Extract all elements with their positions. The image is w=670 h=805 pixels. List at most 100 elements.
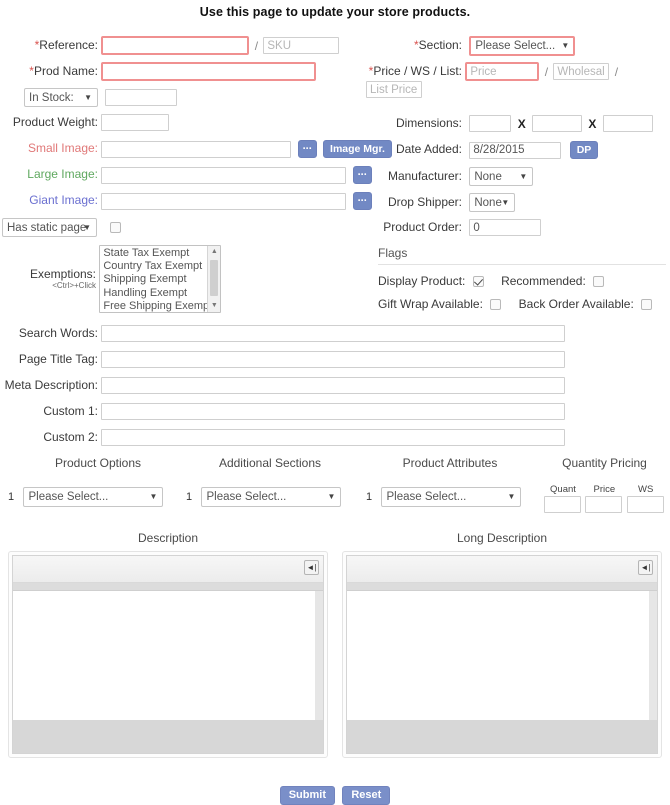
list-item[interactable]: Handling Exempt [103, 287, 220, 300]
list-item[interactable]: State Tax Exempt [103, 247, 220, 260]
section-select-wrap[interactable]: Please Select... ▼ [469, 36, 576, 56]
long-description-editor-toolbar[interactable]: ◄| [347, 556, 657, 583]
custom1-input[interactable] [101, 403, 566, 420]
stock-quantity-input[interactable] [105, 89, 178, 106]
price-input[interactable] [465, 62, 540, 81]
page-title-tag-input[interactable] [101, 351, 566, 368]
list-item[interactable]: Country Tax Exempt [103, 260, 220, 273]
product-weight-input[interactable] [101, 114, 170, 131]
small-image-browse-button[interactable]: ... [297, 140, 317, 158]
search-words-input[interactable] [101, 325, 566, 342]
scrollbar-thumb[interactable] [210, 260, 219, 296]
page-title: Use this page to update your store produ… [199, 5, 471, 19]
exemptions-list: State Tax Exempt Country Tax Exempt Ship… [100, 246, 220, 312]
display-product-checkbox[interactable] [472, 276, 484, 288]
prod-name-input[interactable] [101, 62, 317, 81]
stock-select[interactable]: In Stock: [24, 88, 98, 107]
source-toggle-icon[interactable]: ◄| [304, 560, 319, 575]
exemptions-hint: <Ctrl>+Click [52, 281, 96, 290]
static-page-row: Has static page ▼ [2, 218, 122, 237]
scroll-up-icon[interactable]: ▲ [208, 246, 220, 258]
reference-separator: / [254, 38, 259, 53]
dimensions-separator-1: X [517, 116, 526, 131]
wholesale-input[interactable] [553, 63, 610, 80]
additional-sections-select-wrap[interactable]: Please Select... ▼ [201, 487, 342, 507]
custom1-row: Custom 1: [0, 403, 566, 420]
dimension-input-3[interactable] [602, 115, 653, 132]
price-separator-1: / [544, 64, 549, 79]
product-options-select-wrap[interactable]: Please Select... ▼ [23, 487, 164, 507]
submit-button[interactable]: Submit [279, 786, 335, 805]
drop-shipper-select-wrap[interactable]: None ▼ [469, 193, 516, 212]
date-added-input[interactable] [469, 141, 562, 159]
long-description-editor-scrollbar[interactable] [649, 591, 657, 720]
exemptions-listbox[interactable]: State Tax Exempt Country Tax Exempt Ship… [99, 245, 222, 313]
long-description-editor-body[interactable] [347, 590, 657, 720]
list-item[interactable]: Free Shipping Exempt [103, 300, 220, 312]
description-editor-scrollbar[interactable] [315, 591, 323, 720]
long-description-heading-wrap: Long Description [342, 531, 662, 545]
large-image-input[interactable] [101, 166, 347, 184]
ws-column-header: WS [638, 484, 654, 495]
custom2-input[interactable] [101, 429, 566, 446]
quant-input[interactable] [544, 496, 581, 513]
description-editor-toolbar[interactable]: ◄| [13, 556, 323, 583]
long-description-editor[interactable]: ◄| [342, 551, 662, 758]
scroll-down-icon[interactable]: ▼ [208, 300, 220, 312]
giant-image-input[interactable] [101, 192, 347, 210]
dimension-input-2[interactable] [532, 115, 583, 132]
static-page-select-wrap[interactable]: Has static page ▼ [2, 218, 97, 237]
source-toggle-icon[interactable]: ◄| [638, 560, 653, 575]
drop-shipper-select[interactable]: None [469, 193, 516, 212]
product-attributes-row: 1 Please Select... ▼ [366, 487, 522, 507]
back-order-label: Back Order Available: [518, 297, 634, 311]
exemptions-row: Exemptions: <Ctrl>+Click State Tax Exemp… [0, 245, 222, 313]
product-attributes-select-wrap[interactable]: Please Select... ▼ [381, 487, 522, 507]
qp-price-input[interactable] [585, 496, 623, 513]
reset-button[interactable]: Reset [342, 786, 391, 805]
date-picker-button[interactable]: DP [569, 141, 599, 159]
qp-ws-input[interactable] [626, 496, 664, 513]
custom2-label: Custom 2: [43, 429, 98, 444]
description-editor-body[interactable] [13, 590, 323, 720]
date-added-row: Date Added: DP [380, 141, 599, 159]
product-options-select[interactable]: Please Select... [23, 487, 164, 507]
date-added-label: Date Added: [395, 142, 462, 157]
manufacturer-select[interactable]: None [469, 167, 534, 186]
list-price-input[interactable] [366, 81, 422, 98]
product-attributes-select[interactable]: Please Select... [381, 487, 522, 507]
gift-wrap-label: Gift Wrap Available: [378, 297, 483, 311]
small-image-input[interactable] [101, 140, 292, 158]
large-image-label: Large Image: [27, 167, 98, 182]
price-label: *Price / WS / List: [366, 64, 462, 78]
dimensions-separator-2: X [588, 116, 597, 131]
quantity-pricing-headers: Quant Price WS [544, 481, 665, 495]
reference-label: *Reference: [0, 38, 98, 52]
recommended-checkbox[interactable] [593, 276, 605, 288]
giant-image-browse-button[interactable]: ... [352, 192, 372, 210]
product-order-input[interactable] [469, 219, 542, 236]
reference-input[interactable] [101, 36, 250, 55]
large-image-browse-button[interactable]: ... [352, 166, 372, 184]
prod-name-label-text: Prod Name: [33, 63, 98, 78]
dimensions-label: Dimensions: [395, 115, 462, 130]
gift-wrap-checkbox[interactable] [490, 299, 502, 311]
sku-input[interactable] [263, 37, 340, 54]
exemptions-scrollbar[interactable]: ▲ ▼ [207, 246, 221, 312]
static-page-checkbox[interactable] [110, 222, 122, 233]
back-order-checkbox[interactable] [641, 299, 653, 311]
description-editor[interactable]: ◄| [8, 551, 328, 758]
dimension-input-1[interactable] [469, 115, 512, 132]
recommended-label: Recommended: [501, 274, 586, 288]
page-title-tag-label: Page Title Tag: [18, 351, 98, 366]
long-description-heading: Long Description [456, 531, 548, 545]
stock-select-wrap[interactable]: In Stock: ▼ [24, 88, 98, 107]
static-page-select[interactable]: Has static page [2, 218, 97, 237]
manufacturer-select-wrap[interactable]: None ▼ [469, 167, 534, 186]
list-item[interactable]: Shipping Exempt [103, 273, 220, 286]
additional-sections-select[interactable]: Please Select... [201, 487, 342, 507]
long-description-editor-footer [347, 720, 657, 753]
description-editor-inner: ◄| [12, 555, 324, 754]
meta-description-input[interactable] [101, 377, 566, 394]
section-select[interactable]: Please Select... [469, 36, 576, 56]
